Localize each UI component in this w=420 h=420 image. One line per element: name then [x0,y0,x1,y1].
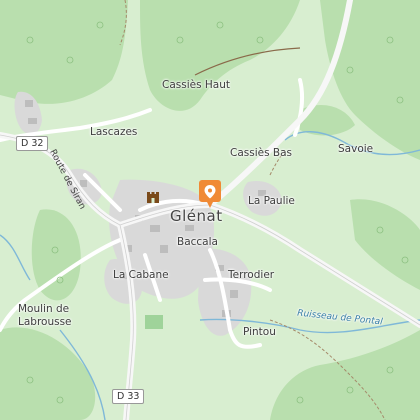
location-pin-icon[interactable] [199,180,221,208]
forest-area [350,199,420,290]
place-label-la-cabane: La Cabane [113,269,169,281]
place-label-glenat: Glénat [170,207,223,225]
forest-area [0,0,128,104]
place-label-cassies-haut: Cassiès Haut [162,79,230,91]
map-canvas[interactable]: Cassiès Haut Lascazes Cassiès Bas Savoie… [0,0,420,420]
road-shield-d32: D 32 [16,136,49,151]
place-label-pintou: Pintou [243,326,276,338]
forest-area [320,0,420,160]
forest-area [31,209,81,301]
forest-area [270,330,420,420]
forest-area [140,0,300,111]
place-label-lascazes: Lascazes [90,126,138,138]
place-label-cassies-bas: Cassiès Bas [230,147,293,159]
road-shield-d33: D 33 [112,389,145,404]
place-label-moulin-line2: Labrousse [18,316,72,328]
place-label-baccala: Baccala [177,236,218,248]
forest-area [0,327,96,420]
place-label-savoie: Savoie [338,143,374,155]
stream [0,234,31,281]
place-label-terrodier: Terrodier [228,269,275,281]
place-label-moulin-line1: Moulin de [18,303,70,315]
castle-icon[interactable] [146,190,160,204]
place-label-la-paulie: La Paulie [248,195,295,207]
